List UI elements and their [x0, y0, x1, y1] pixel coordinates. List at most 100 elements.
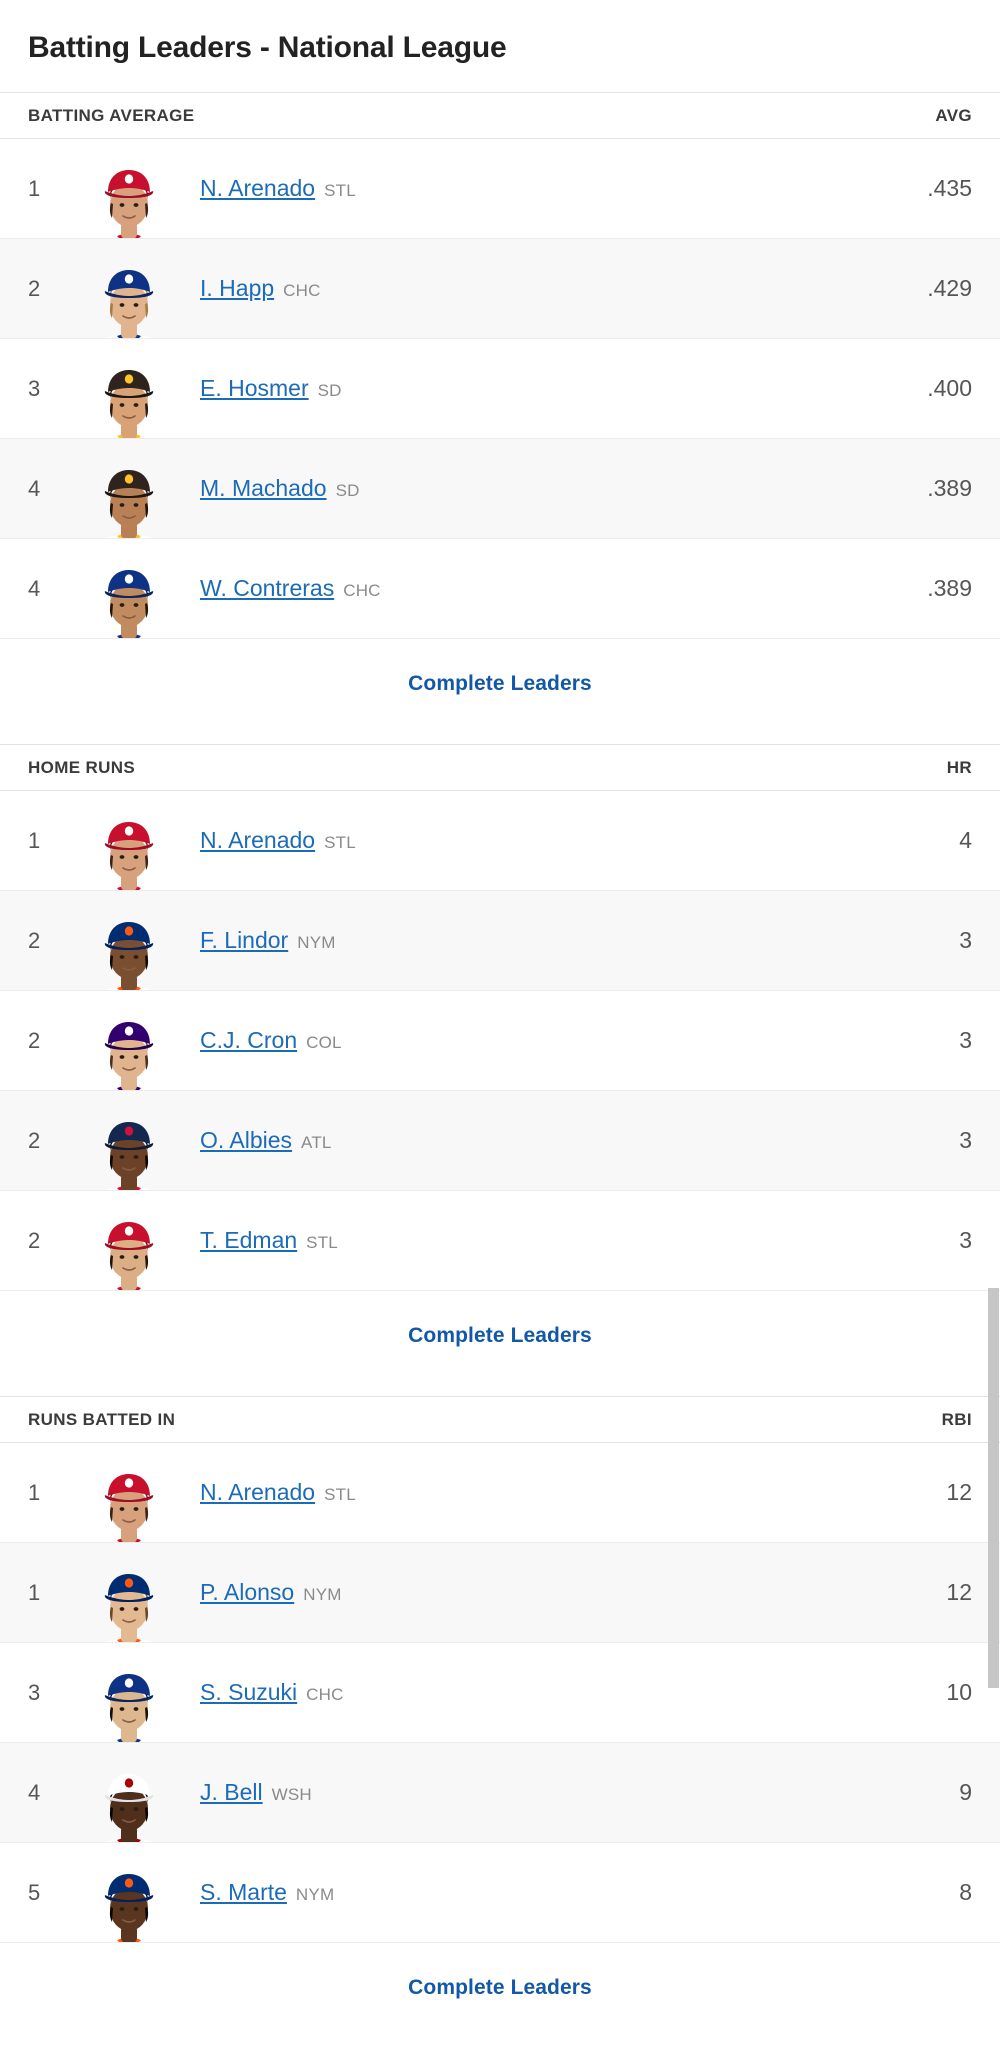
- complete-leaders-link[interactable]: Complete Leaders: [408, 672, 592, 695]
- player-avatar: [80, 1743, 178, 1842]
- complete-leaders-link[interactable]: Complete Leaders: [408, 1976, 592, 1999]
- player-name-link[interactable]: O. Albies: [200, 1127, 292, 1154]
- table-row[interactable]: 1 P. Alonso NYM 12: [0, 1543, 1000, 1643]
- stat-value: 4: [959, 827, 972, 853]
- player-team: STL: [324, 833, 356, 852]
- player-headshot-art: [104, 1221, 154, 1290]
- player-avatar: [80, 539, 178, 638]
- complete-leaders-row: Complete Leaders: [0, 1291, 1000, 1382]
- player-name-link[interactable]: I. Happ: [200, 275, 274, 302]
- table-row[interactable]: 3 S. Suzuki CHC 10: [0, 1643, 1000, 1743]
- player-name-link[interactable]: S. Marte: [200, 1879, 287, 1906]
- player-info: J. Bell WSH: [200, 1779, 908, 1806]
- player-headshot-art: [104, 821, 154, 890]
- sections-container: BATTING AVERAGE AVG 1 N. Arenado STL .43…: [0, 92, 1000, 2034]
- complete-leaders-link[interactable]: Complete Leaders: [408, 1324, 592, 1347]
- table-row[interactable]: 3 E. Hosmer SD .400: [0, 339, 1000, 439]
- player-avatar: [80, 1643, 178, 1742]
- row-rank: 4: [28, 575, 41, 601]
- player-name-link[interactable]: P. Alonso: [200, 1579, 294, 1606]
- player-name-link[interactable]: N. Arenado: [200, 175, 315, 202]
- table-row[interactable]: 2 O. Albies ATL 3: [0, 1091, 1000, 1191]
- player-info: M. Machado SD: [200, 475, 908, 502]
- player-info: S. Suzuki CHC: [200, 1679, 908, 1706]
- section-home-runs: HOME RUNS HR 1 N. Arenado STL 4 2 F. Lin…: [0, 744, 1000, 1382]
- table-row[interactable]: 1 N. Arenado STL .435: [0, 139, 1000, 239]
- table-row[interactable]: 4 J. Bell WSH 9: [0, 1743, 1000, 1843]
- stat-value: .435: [927, 175, 972, 201]
- section-header-home-runs: HOME RUNS HR: [0, 744, 1000, 791]
- player-team: ATL: [301, 1133, 332, 1152]
- player-team: STL: [324, 181, 356, 200]
- player-headshot-art: [104, 1573, 154, 1642]
- player-name-link[interactable]: S. Suzuki: [200, 1679, 297, 1706]
- player-headshot-art: [104, 369, 154, 438]
- section-header-title: HOME RUNS: [28, 758, 136, 777]
- stat-value: 8: [959, 1879, 972, 1905]
- row-rank: 4: [28, 475, 41, 501]
- player-avatar: [80, 339, 178, 438]
- player-name-link[interactable]: N. Arenado: [200, 1479, 315, 1506]
- row-rank: 5: [28, 1879, 41, 1905]
- player-name-link[interactable]: N. Arenado: [200, 827, 315, 854]
- stat-value: 9: [959, 1779, 972, 1805]
- player-headshot-art: [104, 469, 154, 538]
- player-name-link[interactable]: T. Edman: [200, 1227, 297, 1254]
- row-rank: 3: [28, 1679, 41, 1705]
- player-team: CHC: [306, 1685, 344, 1704]
- row-rank: 2: [28, 1027, 41, 1053]
- player-team: COL: [306, 1033, 342, 1052]
- player-info: C.J. Cron COL: [200, 1027, 908, 1054]
- leader-rows: 1 N. Arenado STL 12 1 P. Alonso NYM 12 3…: [0, 1443, 1000, 1943]
- player-info: F. Lindor NYM: [200, 927, 908, 954]
- player-avatar: [80, 991, 178, 1090]
- player-headshot-art: [104, 921, 154, 990]
- row-rank: 2: [28, 1227, 41, 1253]
- player-team: CHC: [343, 581, 381, 600]
- player-avatar: [80, 1443, 178, 1542]
- stat-value: 3: [959, 927, 972, 953]
- player-headshot-art: [104, 569, 154, 638]
- player-info: I. Happ CHC: [200, 275, 908, 302]
- player-info: W. Contreras CHC: [200, 575, 908, 602]
- player-avatar: [80, 891, 178, 990]
- player-avatar: [80, 1843, 178, 1942]
- table-row[interactable]: 2 I. Happ CHC .429: [0, 239, 1000, 339]
- row-rank: 4: [28, 1779, 41, 1805]
- table-row[interactable]: 1 N. Arenado STL 4: [0, 791, 1000, 891]
- player-name-link[interactable]: M. Machado: [200, 475, 327, 502]
- row-rank: 2: [28, 275, 41, 301]
- player-headshot-art: [104, 1473, 154, 1542]
- player-team: STL: [306, 1233, 338, 1252]
- player-name-link[interactable]: C.J. Cron: [200, 1027, 297, 1054]
- table-row[interactable]: 4 W. Contreras CHC .389: [0, 539, 1000, 639]
- section-header-batting-average: BATTING AVERAGE AVG: [0, 92, 1000, 139]
- table-row[interactable]: 2 F. Lindor NYM 3: [0, 891, 1000, 991]
- stat-value: 3: [959, 1027, 972, 1053]
- player-team: WSH: [271, 1785, 312, 1804]
- player-avatar: [80, 1543, 178, 1642]
- player-name-link[interactable]: F. Lindor: [200, 927, 288, 954]
- table-row[interactable]: 2 C.J. Cron COL 3: [0, 991, 1000, 1091]
- complete-leaders-row: Complete Leaders: [0, 1943, 1000, 2034]
- leaders-page: Batting Leaders - National League BATTIN…: [0, 0, 1000, 2034]
- table-row[interactable]: 4 M. Machado SD .389: [0, 439, 1000, 539]
- player-info: N. Arenado STL: [200, 1479, 908, 1506]
- player-team: NYM: [303, 1585, 342, 1604]
- table-row[interactable]: 2 T. Edman STL 3: [0, 1191, 1000, 1291]
- stat-value: 10: [946, 1679, 972, 1705]
- complete-leaders-row: Complete Leaders: [0, 639, 1000, 730]
- table-row[interactable]: 1 N. Arenado STL 12: [0, 1443, 1000, 1543]
- player-info: E. Hosmer SD: [200, 375, 908, 402]
- player-name-link[interactable]: E. Hosmer: [200, 375, 309, 402]
- section-header-title: BATTING AVERAGE: [28, 106, 195, 125]
- player-headshot-art: [104, 269, 154, 338]
- player-name-link[interactable]: W. Contreras: [200, 575, 334, 602]
- player-info: P. Alonso NYM: [200, 1579, 908, 1606]
- section-gap: [0, 1382, 1000, 1396]
- player-name-link[interactable]: J. Bell: [200, 1779, 263, 1806]
- table-row[interactable]: 5 S. Marte NYM 8: [0, 1843, 1000, 1943]
- leader-rows: 1 N. Arenado STL 4 2 F. Lindor NYM 3 2 C…: [0, 791, 1000, 1291]
- player-team: NYM: [297, 933, 336, 952]
- stat-value: .389: [927, 475, 972, 501]
